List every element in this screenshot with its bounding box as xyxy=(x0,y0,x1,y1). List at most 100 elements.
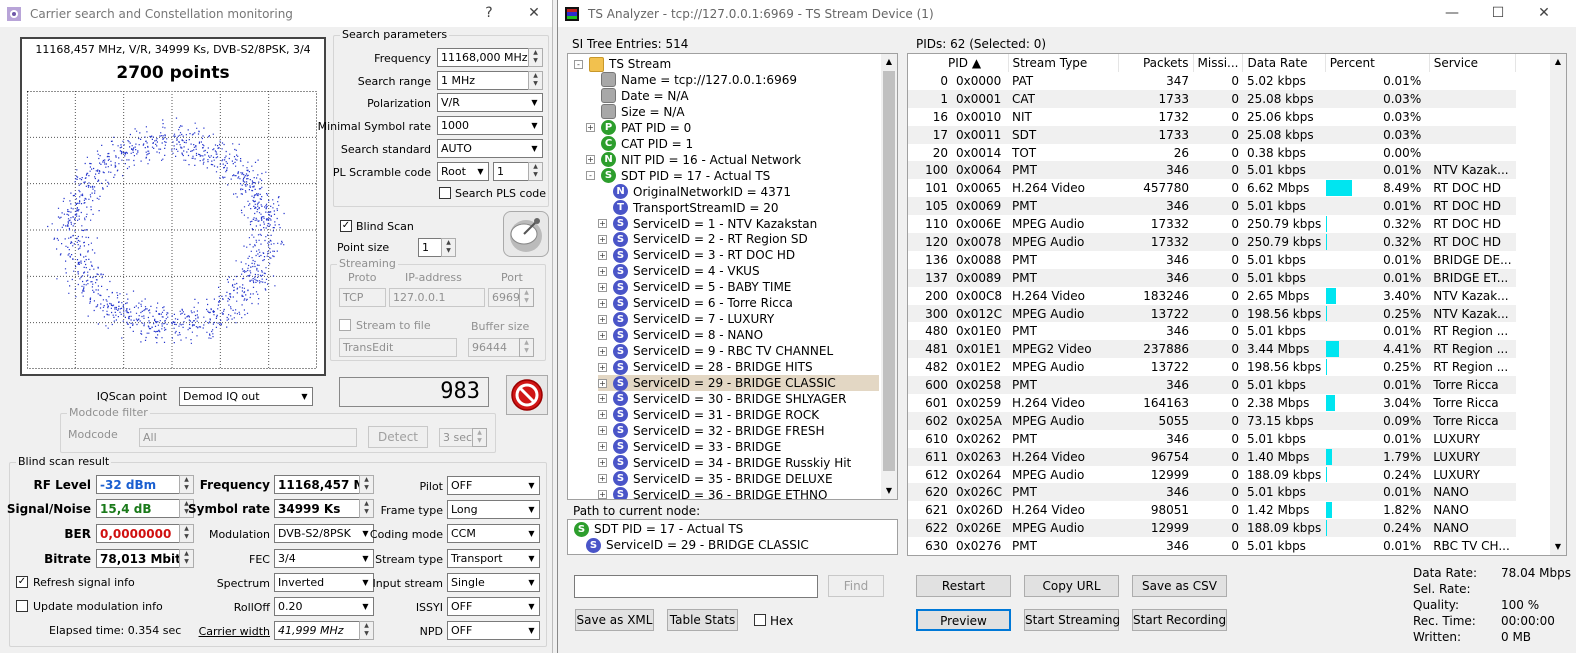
table-row[interactable]: 101 0x0065 H.264 Video 457780 0 6.62 Mbps 8.49… xyxy=(908,179,1516,197)
expand-toggle-icon[interactable]: - xyxy=(586,171,595,181)
expand-toggle-icon[interactable]: + xyxy=(598,314,607,324)
carrier-width-spinner[interactable]: ▲ ▼ xyxy=(359,621,374,640)
table-row[interactable]: 300 0x012C MPEG Audio 13722 0 198.56 kbps 0.25… xyxy=(908,304,1516,323)
modcode-select[interactable]: All xyxy=(139,428,357,447)
port-spinner[interactable]: ▲ ▼ xyxy=(519,288,534,307)
search-range-spinner[interactable]: ▲ ▼ xyxy=(528,71,543,90)
find-input[interactable] xyxy=(574,575,818,598)
expand-toggle-icon[interactable]: + xyxy=(598,378,607,388)
expand-toggle-icon[interactable]: + xyxy=(586,123,595,133)
tree-scroll-thumb[interactable] xyxy=(883,71,895,471)
detect-button[interactable]: Detect xyxy=(368,426,428,448)
tree-node[interactable]: Name = tcp://127.0.0.1:6969 xyxy=(586,72,797,88)
expand-toggle-icon[interactable]: + xyxy=(598,234,607,244)
table-row[interactable]: 611 0x0263 H.264 Video 96754 0 1.40 Mbps 1.79%… xyxy=(908,447,1516,466)
table-row[interactable]: 620 0x026C PMT 346 0 5.01 kbps 0.01% NANO xyxy=(908,483,1516,502)
bitrate-spinner[interactable]: ▲ ▼ xyxy=(179,549,194,568)
expand-toggle-icon[interactable]: + xyxy=(598,474,607,484)
expand-toggle-icon[interactable]: + xyxy=(598,394,607,404)
column-header[interactable]: Service xyxy=(1429,54,1517,72)
minimize-button[interactable]: — xyxy=(1438,3,1466,23)
buffer-size-input[interactable]: 96444 xyxy=(468,338,520,357)
maximize-button[interactable]: ☐ xyxy=(1484,3,1512,23)
buffer-size-spinner[interactable]: ▲ ▼ xyxy=(519,338,534,357)
column-header[interactable]: Percent xyxy=(1325,54,1430,72)
save-xml-button[interactable]: Save as XML xyxy=(575,609,654,631)
table-stats-button[interactable]: Table Stats xyxy=(667,609,738,631)
tree-node[interactable]: + S ServiceID = 2 - RT Region SD xyxy=(598,231,808,247)
search-pls-checkbox[interactable] xyxy=(439,187,451,199)
chevron-down-icon[interactable]: ▼ xyxy=(524,525,539,542)
tree-node[interactable]: + N NIT PID = 16 - Actual Network xyxy=(586,152,801,168)
chevron-down-icon[interactable]: ▼ xyxy=(527,117,542,134)
table-row[interactable]: 110 0x006E MPEG Audio 17332 0 250.79 kbps 0.32… xyxy=(908,215,1516,233)
tree-node[interactable]: + S ServiceID = 35 - BRIDGE DELUXE xyxy=(598,471,833,487)
chevron-down-icon[interactable]: ▼ xyxy=(524,574,539,591)
chevron-down-icon[interactable]: ▼ xyxy=(527,140,542,157)
column-header[interactable]: Stream Type xyxy=(1008,54,1119,72)
point-size-input[interactable]: 1 xyxy=(418,238,442,257)
symbol-rate-spinner[interactable]: ▲ ▼ xyxy=(359,499,374,518)
tree-node[interactable]: + S ServiceID = 32 - BRIDGE FRESH xyxy=(598,423,825,439)
pid-table[interactable]: PID ▲ Stream Type Packets Missi... Data Rate… xyxy=(907,53,1567,556)
tree-node[interactable]: S ServiceID = 29 - BRIDGE CLASSIC xyxy=(586,537,809,553)
tree-node[interactable]: + S ServiceID = 3 - RT DOC HD xyxy=(598,247,795,263)
refresh-signal-checkbox[interactable]: ✓ xyxy=(16,576,28,588)
table-row[interactable]: 200 0x00C8 H.264 Video 183246 0 2.65 Mbps 3.40… xyxy=(908,287,1516,305)
save-csv-button[interactable]: Save as CSV xyxy=(1132,575,1227,597)
expand-toggle-icon[interactable]: + xyxy=(598,426,607,436)
close-button[interactable]: ✕ xyxy=(520,3,548,23)
table-row[interactable]: 17 0x0011 SDT 1733 0 25.08 kbps 0.03% xyxy=(908,125,1516,144)
column-header[interactable]: Packets xyxy=(1118,54,1194,72)
start-recording-button[interactable]: Start Recording xyxy=(1132,609,1227,631)
tree-node[interactable]: T TransportStreamID = 20 xyxy=(598,200,778,216)
chevron-down-icon[interactable]: ▼ xyxy=(524,477,539,494)
column-header[interactable]: PID ▲ xyxy=(908,54,1009,72)
restart-button[interactable]: Restart xyxy=(916,575,1011,597)
tree-node[interactable]: + S ServiceID = 1 - NTV Kazakstan xyxy=(598,216,817,232)
table-row[interactable]: 0 0x0000 PAT 347 0 5.02 kbps 0.01% xyxy=(908,72,1516,90)
tree-node[interactable]: + S ServiceID = 34 - BRIDGE Russkiy Hit xyxy=(598,455,851,471)
chevron-down-icon[interactable]: ▼ xyxy=(358,598,373,615)
chevron-down-icon[interactable]: ▼ xyxy=(524,622,539,639)
tree-node[interactable]: + S ServiceID = 7 - LUXURY xyxy=(598,311,774,327)
tree-node[interactable]: + S ServiceID = 31 - BRIDGE ROCK xyxy=(598,407,819,423)
table-row[interactable]: 601 0x0259 H.264 Video 164163 0 2.38 Mbps 3.04… xyxy=(908,394,1516,412)
table-row[interactable]: 105 0x0069 PMT 346 0 5.01 kbps 0.01% RT DOC HD xyxy=(908,197,1516,216)
search-range-input[interactable]: 1 MHz xyxy=(437,71,529,90)
expand-toggle-icon[interactable]: + xyxy=(598,266,607,276)
tree-node[interactable]: + S ServiceID = 6 - Torre Ricca xyxy=(598,295,793,311)
point-size-spinner[interactable]: ▲ ▼ xyxy=(441,238,456,257)
table-row[interactable]: 16 0x0010 NIT 1732 0 25.06 kbps 0.03% xyxy=(908,108,1516,126)
table-row[interactable]: 622 0x026E MPEG Audio 12999 0 188.09 kbps 0.24… xyxy=(908,519,1516,538)
expand-toggle-icon[interactable]: + xyxy=(598,330,607,340)
stream-to-file-checkbox[interactable] xyxy=(339,319,351,331)
tree-node[interactable]: + S ServiceID = 8 - NANO xyxy=(598,327,763,343)
expand-toggle-icon[interactable]: + xyxy=(586,155,595,165)
table-row[interactable]: 480 0x01E0 PMT 346 0 5.01 kbps 0.01% RT Region … xyxy=(908,322,1516,340)
preview-button[interactable]: Preview xyxy=(916,609,1011,631)
table-row[interactable]: 20 0x0014 TOT 26 0 0.38 kbps 0.00% xyxy=(908,144,1516,162)
expand-toggle-icon[interactable]: + xyxy=(598,298,607,308)
expand-toggle-icon[interactable]: - xyxy=(574,59,583,69)
detect-timeout-input[interactable]: 3 sec xyxy=(439,428,473,447)
iqscan-select[interactable]: Demod IQ out xyxy=(179,387,313,406)
table-row[interactable]: 481 0x01E1 MPEG2 Video 237886 0 3.44 Mbps 4.41… xyxy=(908,340,1516,359)
tree-node[interactable]: C CAT PID = 1 xyxy=(586,136,693,152)
ber-spinner[interactable]: ▲ ▼ xyxy=(179,524,194,543)
tree-node[interactable]: + S ServiceID = 29 - BRIDGE CLASSIC xyxy=(598,375,879,391)
chevron-down-icon[interactable]: ▼ xyxy=(524,501,539,518)
chevron-down-icon[interactable]: ▼ xyxy=(297,388,312,405)
tree-node[interactable]: + S ServiceID = 36 - BRIDGE ETHNO xyxy=(598,487,827,499)
detect-timeout-spinner[interactable]: ▲ ▼ xyxy=(472,428,487,447)
tree-node[interactable]: Date = N/A xyxy=(586,88,689,104)
tree-node[interactable]: + S ServiceID = 33 - BRIDGE xyxy=(598,439,781,455)
tree-node[interactable]: - TS Stream xyxy=(574,56,671,72)
copy-url-button[interactable]: Copy URL xyxy=(1024,575,1119,597)
close-button[interactable]: ✕ xyxy=(1530,3,1558,23)
table-row[interactable]: 120 0x0078 MPEG Audio 17332 0 250.79 kbps 0.32… xyxy=(908,233,1516,251)
update-modulation-checkbox[interactable] xyxy=(16,600,28,612)
chevron-down-icon[interactable]: ▼ xyxy=(524,550,539,567)
tree-node[interactable]: + S ServiceID = 4 - VKUS xyxy=(598,263,760,279)
frequency-spinner[interactable]: ▲ ▼ xyxy=(528,48,543,67)
